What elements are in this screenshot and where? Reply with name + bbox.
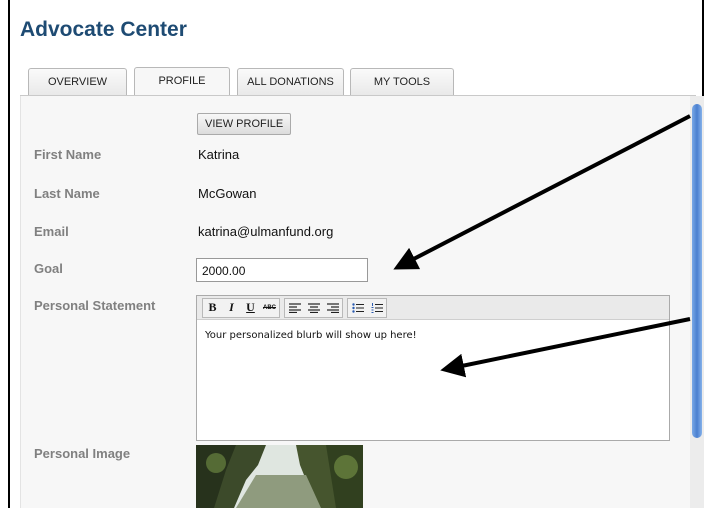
email-value: katrina@ulmanfund.org xyxy=(198,224,334,239)
tab-profile[interactable]: PROFILE xyxy=(134,67,230,96)
personal-image xyxy=(196,445,363,508)
align-right-icon[interactable] xyxy=(323,299,342,317)
tab-all-donations[interactable]: ALL DONATIONS xyxy=(237,68,344,95)
italic-button[interactable]: I xyxy=(222,299,241,317)
view-profile-button[interactable]: VIEW PROFILE xyxy=(197,113,292,135)
goal-input[interactable]: 2000.00 xyxy=(196,258,368,282)
first-name-label: First Name xyxy=(34,147,102,162)
page-title: Advocate Center xyxy=(20,18,187,41)
scrollbar-thumb[interactable] xyxy=(692,104,702,438)
personal-image-label: Personal Image xyxy=(34,446,131,461)
bullet-list-icon[interactable] xyxy=(348,299,367,317)
personal-statement-label: Personal Statement xyxy=(34,298,156,313)
strikethrough-button[interactable]: ABC xyxy=(260,299,279,317)
tab-overview[interactable]: OVERVIEW xyxy=(28,68,127,95)
align-left-icon[interactable] xyxy=(285,299,304,317)
email-label: Email xyxy=(34,224,69,239)
tab-my-tools[interactable]: MY TOOLS xyxy=(350,68,454,95)
statement-text[interactable]: Your personalized blurb will show up her… xyxy=(197,320,669,351)
list-group xyxy=(347,297,387,318)
align-center-icon[interactable] xyxy=(304,299,323,317)
goal-label: Goal xyxy=(34,261,63,276)
vertical-scrollbar[interactable] xyxy=(690,96,704,508)
alignment-group xyxy=(284,297,343,318)
underline-button[interactable]: U xyxy=(241,299,260,317)
personal-statement-editor[interactable]: B I U ABC Your personalized blurb will s… xyxy=(196,295,670,441)
text-style-group: B I U ABC xyxy=(202,297,280,318)
editor-toolbar: B I U ABC xyxy=(197,296,669,320)
bold-button[interactable]: B xyxy=(203,299,222,317)
numbered-list-icon[interactable] xyxy=(367,299,386,317)
first-name-value: Katrina xyxy=(198,147,240,162)
last-name-label: Last Name xyxy=(34,186,100,201)
last-name-value: McGowan xyxy=(198,186,257,201)
